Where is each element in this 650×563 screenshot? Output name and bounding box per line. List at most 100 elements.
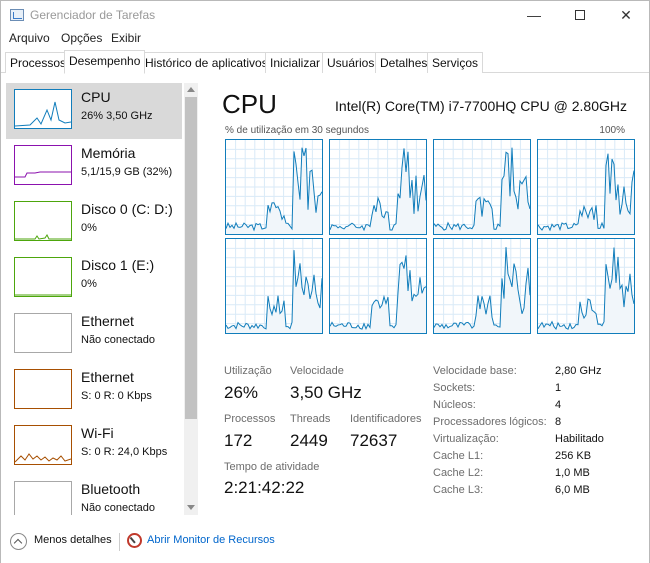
- sidebar-graph: [14, 89, 72, 129]
- handles-value: 72637: [350, 431, 398, 450]
- spec-value: 6,0 MB: [555, 484, 590, 496]
- spec-label: Sockets:: [433, 382, 476, 394]
- spec-label: Velocidade base:: [433, 365, 517, 377]
- spec-value: 1,0 MB: [555, 467, 590, 479]
- sidebar-item-name: Ethernet: [81, 369, 134, 385]
- uptime-label: Tempo de atividade: [224, 461, 320, 473]
- sidebar-graph: [14, 481, 72, 515]
- menu-file[interactable]: Arquivo: [9, 31, 50, 45]
- sidebar-item-detail: 0%: [81, 222, 97, 234]
- logical-processor-graph: [537, 139, 635, 235]
- sidebar-item-memory[interactable]: Memória 5,1/15,9 GB (32%): [6, 139, 182, 195]
- sidebar-item-detail: Não conectado: [81, 334, 155, 346]
- sidebar-item-disk-1[interactable]: Disco 1 (E:) 0%: [6, 251, 182, 307]
- sidebar-item-cpu[interactable]: CPU 26% 3,50 GHz: [6, 83, 182, 139]
- less-details-button[interactable]: Menos detalhes: [34, 534, 112, 546]
- minimize-button[interactable]: —: [511, 1, 557, 30]
- speed-label: Velocidade: [290, 365, 344, 377]
- resource-monitor-icon[interactable]: [127, 533, 142, 548]
- graph-caption: % de utilização em 30 segundos: [225, 125, 369, 136]
- logical-processor-graph: [433, 238, 531, 334]
- sidebar-item-name: CPU: [81, 89, 111, 105]
- menu-bar: Arquivo Opções Exibir: [1, 30, 649, 48]
- sidebar-graph: [14, 145, 72, 185]
- spec-label: Cache L2:: [433, 467, 484, 479]
- sidebar-graph: [14, 369, 72, 409]
- spec-value: 4: [555, 399, 562, 411]
- logical-processor-graph: [329, 139, 427, 235]
- sidebar-item-detail: S: 0 R: 0 Kbps: [81, 390, 152, 402]
- spec-label: Núcleos:: [433, 399, 476, 411]
- spec-value: 1: [555, 382, 562, 394]
- footer-bar: Menos detalhes Abrir Monitor de Recursos: [1, 525, 649, 563]
- sidebar-item-name: Ethernet: [81, 313, 134, 329]
- tab-users[interactable]: Usuários: [322, 52, 380, 73]
- page-title: CPU: [222, 89, 277, 119]
- sidebar-item-name: Wi-Fi: [81, 425, 114, 441]
- sidebar-item-ethernet-2[interactable]: Ethernet S: 0 R: 0 Kbps: [6, 363, 182, 419]
- sidebar-item-detail: 0%: [81, 278, 97, 290]
- threads-value: 2449: [290, 431, 328, 450]
- sidebar-item-name: Bluetooth: [81, 481, 141, 497]
- spec-value: 2,80 GHz: [555, 365, 602, 377]
- close-button[interactable]: ✕: [603, 1, 649, 30]
- chevron-up-icon[interactable]: [10, 533, 27, 550]
- utilization-label: Utilização: [224, 365, 272, 377]
- spec-label: Virtualização:: [433, 433, 499, 445]
- sidebar-item-wifi[interactable]: Wi-Fi S: 0 R: 24,0 Kbps: [6, 419, 182, 475]
- tab-processes[interactable]: Processos: [5, 52, 72, 73]
- spec-value: 256 KB: [555, 450, 592, 462]
- graph-max-label: 100%: [599, 125, 625, 136]
- logical-processor-graph: [329, 238, 427, 334]
- sidebar-item-detail: 26% 3,50 GHz: [81, 110, 153, 122]
- logical-processor-graph: [225, 238, 323, 334]
- uptime-value: 2:21:42:22: [224, 478, 305, 497]
- sidebar-item-detail: 5,1/15,9 GB (32%): [81, 166, 173, 178]
- performance-pane: CPU 26% 3,50 GHz Memória 5,1/15,9 GB (32%) D…: [2, 73, 649, 521]
- open-resource-monitor-link[interactable]: Abrir Monitor de Recursos: [147, 534, 275, 546]
- sidebar-item-name: Disco 1 (E:): [81, 257, 155, 273]
- sidebar-graph: [14, 257, 72, 297]
- scroll-up-icon[interactable]: [187, 87, 195, 92]
- task-manager-icon: [10, 9, 24, 21]
- tab-bar: Processos Desempenho Histórico de aplica…: [1, 50, 649, 74]
- sidebar-item-ethernet-1[interactable]: Ethernet Não conectado: [6, 307, 182, 363]
- spec-label: Cache L1:: [433, 450, 484, 462]
- menu-view[interactable]: Exibir: [111, 31, 141, 45]
- spec-value: 8: [555, 416, 562, 428]
- sidebar-item-name: Memória: [81, 145, 136, 161]
- maximize-icon: [575, 9, 585, 20]
- sidebar-scrollbar[interactable]: [184, 83, 198, 515]
- spec-label: Processadores lógicos:: [433, 416, 547, 428]
- title-bar[interactable]: Gerenciador de Tarefas — ✕: [1, 1, 649, 30]
- cpu-detail-panel: CPU Intel(R) Core(TM) i7-7700HQ CPU @ 2.…: [222, 73, 635, 521]
- logical-processor-grid[interactable]: [225, 139, 635, 334]
- tab-performance[interactable]: Desempenho: [64, 50, 146, 74]
- handles-label: Identificadores: [350, 413, 422, 425]
- tab-app-history[interactable]: Histórico de aplicativos: [140, 52, 273, 73]
- cpu-model: Intel(R) Core(TM) i7-7700HQ CPU @ 2.80GH…: [335, 98, 627, 114]
- resource-list: CPU 26% 3,50 GHz Memória 5,1/15,9 GB (32%) D…: [6, 83, 182, 515]
- task-manager-window: Gerenciador de Tarefas — ✕ Arquivo Opçõe…: [0, 0, 650, 563]
- window-title: Gerenciador de Tarefas: [30, 8, 156, 22]
- tab-startup[interactable]: Inicializar: [265, 52, 326, 73]
- logical-processor-graph: [537, 238, 635, 334]
- logical-processor-graph: [433, 139, 531, 235]
- sidebar-item-detail: S: 0 R: 24,0 Kbps: [81, 446, 168, 458]
- sidebar-item-disk-0[interactable]: Disco 0 (C: D:) 0%: [6, 195, 182, 251]
- footer-divider: [119, 533, 120, 551]
- sidebar-item-bluetooth[interactable]: Bluetooth Não conectado: [6, 475, 182, 515]
- utilization-value: 26%: [224, 383, 259, 402]
- scroll-down-icon[interactable]: [187, 505, 195, 510]
- sidebar-item-name: Disco 0 (C: D:): [81, 201, 173, 217]
- menu-options[interactable]: Opções: [61, 31, 102, 45]
- speed-value: 3,50 GHz: [290, 383, 362, 402]
- maximize-button[interactable]: [557, 1, 603, 30]
- processes-label: Processos: [224, 413, 276, 425]
- scrollbar-thumb[interactable]: [185, 97, 197, 419]
- threads-label: Threads: [290, 413, 331, 425]
- processes-value: 172: [224, 431, 253, 450]
- tab-details[interactable]: Detalhes: [375, 52, 433, 73]
- tab-services[interactable]: Serviços: [427, 52, 484, 73]
- spec-value: Habilitado: [555, 433, 604, 445]
